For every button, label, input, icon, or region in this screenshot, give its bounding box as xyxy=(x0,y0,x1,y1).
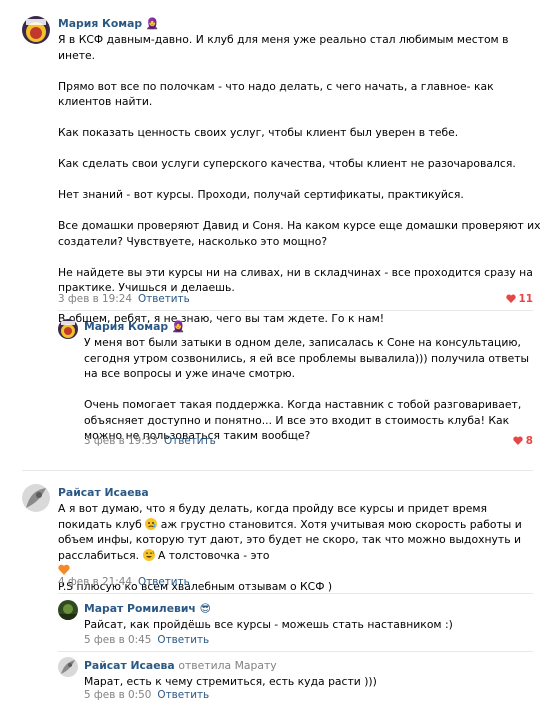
heart-icon xyxy=(513,436,523,445)
comment-date[interactable]: 3 фев в 19:24 xyxy=(58,293,132,305)
divider xyxy=(58,310,533,311)
like-count: 11 xyxy=(518,293,533,305)
comment-text: Я в КСФ давным-давно. И клуб для меня уж… xyxy=(58,33,541,325)
avatar[interactable] xyxy=(22,484,50,512)
comment-meta: 3 фев в 19:33 Ответить xyxy=(84,434,216,450)
comment-author[interactable]: Мария Комар 🧕 xyxy=(84,319,185,335)
comment-author[interactable]: Мария Комар 🧕 xyxy=(58,16,159,32)
orange-heart-icon xyxy=(58,564,70,575)
reply-link[interactable]: Ответить xyxy=(157,634,209,646)
comment-date[interactable]: 5 фев в 0:50 xyxy=(84,689,151,701)
avatar[interactable] xyxy=(58,657,78,677)
comment-meta: 3 фев в 19:24 Ответить xyxy=(58,292,190,308)
reply-link[interactable]: Ответить xyxy=(138,293,190,305)
avatar[interactable] xyxy=(58,600,78,620)
comment-author[interactable]: Райсат Исаева xyxy=(58,485,149,501)
comment-text: У меня вот были затыки в одном деле, зап… xyxy=(84,336,530,442)
comment-author[interactable]: Марат Ромилевич 😎 xyxy=(84,601,211,617)
comment-meta: 4 фев в 21:44 Ответить xyxy=(58,575,190,591)
comment-date[interactable]: 3 фев в 19:33 xyxy=(84,435,158,447)
heart-icon xyxy=(505,294,516,303)
comment-author[interactable]: Райсат Исаева ответила Марату xyxy=(84,658,277,674)
reply-link[interactable]: Ответить xyxy=(138,576,190,588)
divider xyxy=(58,593,533,594)
divider xyxy=(22,470,533,471)
avatar[interactable] xyxy=(58,319,78,339)
author-emoji: 🧕 xyxy=(145,17,160,30)
reply-link[interactable]: Ответить xyxy=(157,689,209,701)
avatar[interactable] xyxy=(22,16,50,44)
reply-link[interactable]: Ответить xyxy=(164,435,216,447)
sweat-smile-icon xyxy=(142,548,155,561)
comment-date[interactable]: 4 фев в 21:44 xyxy=(58,576,132,588)
divider xyxy=(58,651,533,652)
comment-date[interactable]: 5 фев в 0:45 xyxy=(84,634,151,646)
author-emoji: 😎 xyxy=(199,602,211,615)
like-button[interactable]: 11 xyxy=(505,292,533,308)
like-count: 8 xyxy=(525,435,533,447)
replied-to[interactable]: ответила Марату xyxy=(178,659,276,672)
author-emoji: 🧕 xyxy=(171,320,186,333)
comment-meta: 5 фев в 0:45 Ответить xyxy=(84,633,209,649)
sad-face-icon xyxy=(145,517,158,530)
comment-text: Райсат, как пройдёшь все курсы - можешь … xyxy=(84,618,453,631)
like-button[interactable]: 8 xyxy=(513,434,533,450)
comment-meta: 5 фев в 0:50 Ответить xyxy=(84,688,209,704)
